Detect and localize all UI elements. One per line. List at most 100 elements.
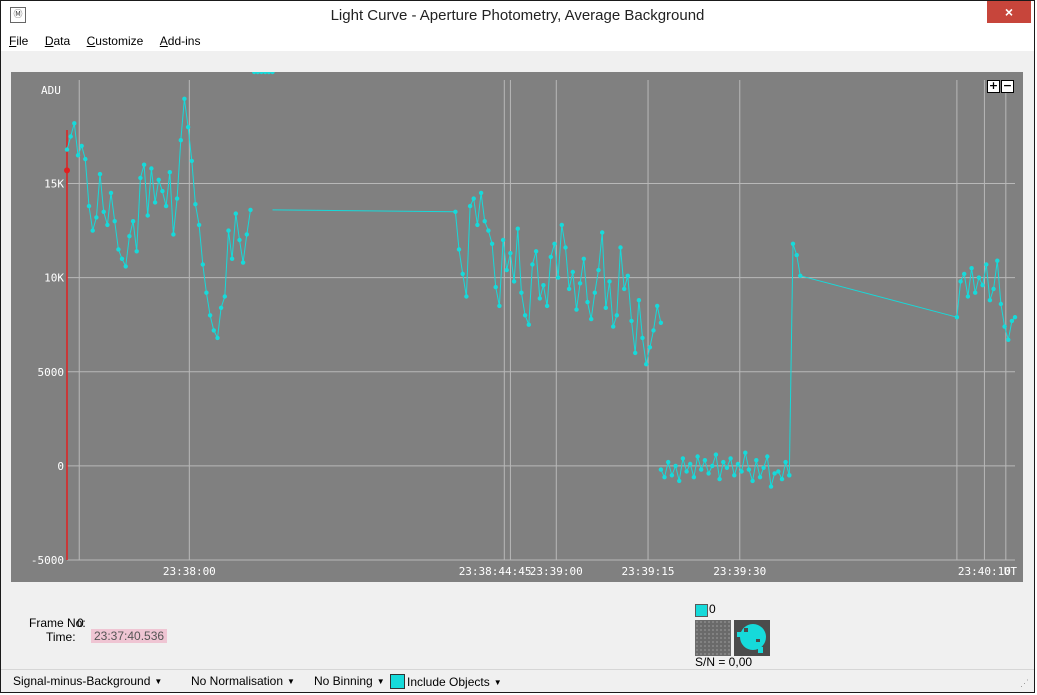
data-point (200, 262, 205, 267)
data-point (270, 72, 275, 75)
data-point (1009, 318, 1015, 324)
data-point (585, 299, 590, 305)
data-point (475, 222, 480, 228)
data-point (226, 228, 231, 233)
normalisation-dropdown[interactable]: No Normalisation ▼ (191, 674, 295, 688)
light-curve-chart[interactable]: 15K 10K 5000 0 -5000 ADU 23:38:00 23:39:00 23:39… (11, 72, 1023, 582)
data-point (761, 465, 766, 470)
object-image-thumbnail (695, 620, 731, 656)
data-point (167, 170, 172, 175)
data-point (669, 473, 675, 478)
data-point (633, 350, 638, 356)
data-point (765, 454, 770, 459)
data-point (489, 241, 495, 246)
data-point (710, 463, 715, 469)
menu-add-ins[interactable]: Add-ins (154, 31, 207, 51)
data-point (116, 247, 121, 252)
data-point (713, 452, 719, 457)
data-point (754, 458, 759, 463)
close-button[interactable]: × (987, 1, 1031, 23)
include-objects-dropdown[interactable]: Include Objects ▼ (390, 674, 502, 689)
data-point (94, 215, 99, 220)
data-point (1002, 324, 1007, 329)
data-point (149, 166, 154, 171)
data-point (456, 247, 462, 252)
x-tick-label: 23:38:00 (163, 565, 216, 578)
data-point (178, 138, 183, 143)
data-point (721, 459, 726, 465)
data-point (555, 275, 561, 280)
data-point (97, 171, 103, 177)
data-point (145, 213, 150, 218)
data-point (746, 467, 752, 472)
data-point (987, 298, 993, 303)
y-axis-unit-label: ADU (41, 84, 61, 97)
data-point (995, 258, 1000, 263)
object-color-swatch[interactable] (695, 604, 708, 617)
data-point (156, 177, 161, 182)
data-point (603, 305, 608, 310)
data-point (776, 469, 781, 474)
data-point (211, 328, 216, 333)
zoom-out-button[interactable]: − (1001, 80, 1014, 93)
binning-label: No Binning (314, 674, 373, 688)
data-point (577, 281, 583, 286)
y-tick-label: -5000 (31, 554, 64, 567)
data-point (728, 456, 733, 461)
data-point (688, 461, 693, 467)
data-point (589, 316, 594, 322)
signal-mode-dropdown[interactable]: Signal-minus-Background ▼ (13, 674, 162, 688)
data-point (702, 458, 708, 463)
menu-customize-hotkey: C (86, 34, 96, 48)
binning-dropdown[interactable]: No Binning ▼ (314, 674, 385, 688)
data-point (141, 162, 147, 167)
data-point (138, 175, 143, 181)
data-point (739, 469, 744, 474)
data-point (973, 290, 978, 295)
data-point (248, 207, 253, 213)
chevron-down-icon: ▼ (493, 678, 502, 687)
y-tick-label: 10K (44, 272, 64, 285)
menu-customize[interactable]: Customize (81, 31, 150, 51)
resize-grip-icon[interactable]: ⋰ (1020, 679, 1030, 689)
data-point (574, 307, 579, 312)
data-point (497, 303, 502, 309)
data-point (998, 301, 1004, 307)
data-point (735, 461, 741, 467)
menu-file-rest: ile (16, 34, 29, 48)
menu-file[interactable]: File (3, 31, 34, 51)
data-point (152, 200, 158, 205)
data-point (185, 124, 191, 130)
data-point (644, 362, 649, 367)
data-point (658, 320, 664, 325)
x-axis-unit-label: UT (1004, 565, 1018, 578)
data-point (86, 203, 92, 209)
data-point (127, 234, 132, 239)
data-point (640, 335, 645, 341)
menu-customize-rest: ustomize (95, 34, 144, 48)
data-point (680, 456, 686, 461)
zoom-in-button[interactable]: + (987, 80, 1000, 93)
data-point (787, 473, 792, 478)
signal-to-noise-label: S/N = 0,00 (695, 655, 753, 669)
data-point (533, 249, 539, 254)
light-curve-plot[interactable]: 15K 10K 5000 0 -5000 ADU 23:38:00 23:39:00 23:39… (11, 72, 1023, 582)
data-point (954, 315, 960, 320)
data-point (207, 313, 213, 318)
data-point (662, 475, 667, 480)
window-title: Light Curve - Aperture Photometry, Avera… (330, 7, 705, 24)
frame-value: 0 (77, 616, 84, 630)
data-point (980, 283, 985, 288)
data-point (976, 275, 982, 280)
include-objects-color-icon (390, 674, 405, 689)
data-point (622, 286, 627, 292)
data-point (600, 230, 605, 235)
menu-data[interactable]: Data (39, 31, 76, 51)
series-line-segment (800, 275, 958, 318)
data-point (222, 294, 227, 299)
data-point (163, 203, 169, 209)
data-point (482, 219, 487, 224)
data-point (684, 469, 689, 474)
data-point (706, 471, 711, 476)
data-point (240, 260, 246, 265)
